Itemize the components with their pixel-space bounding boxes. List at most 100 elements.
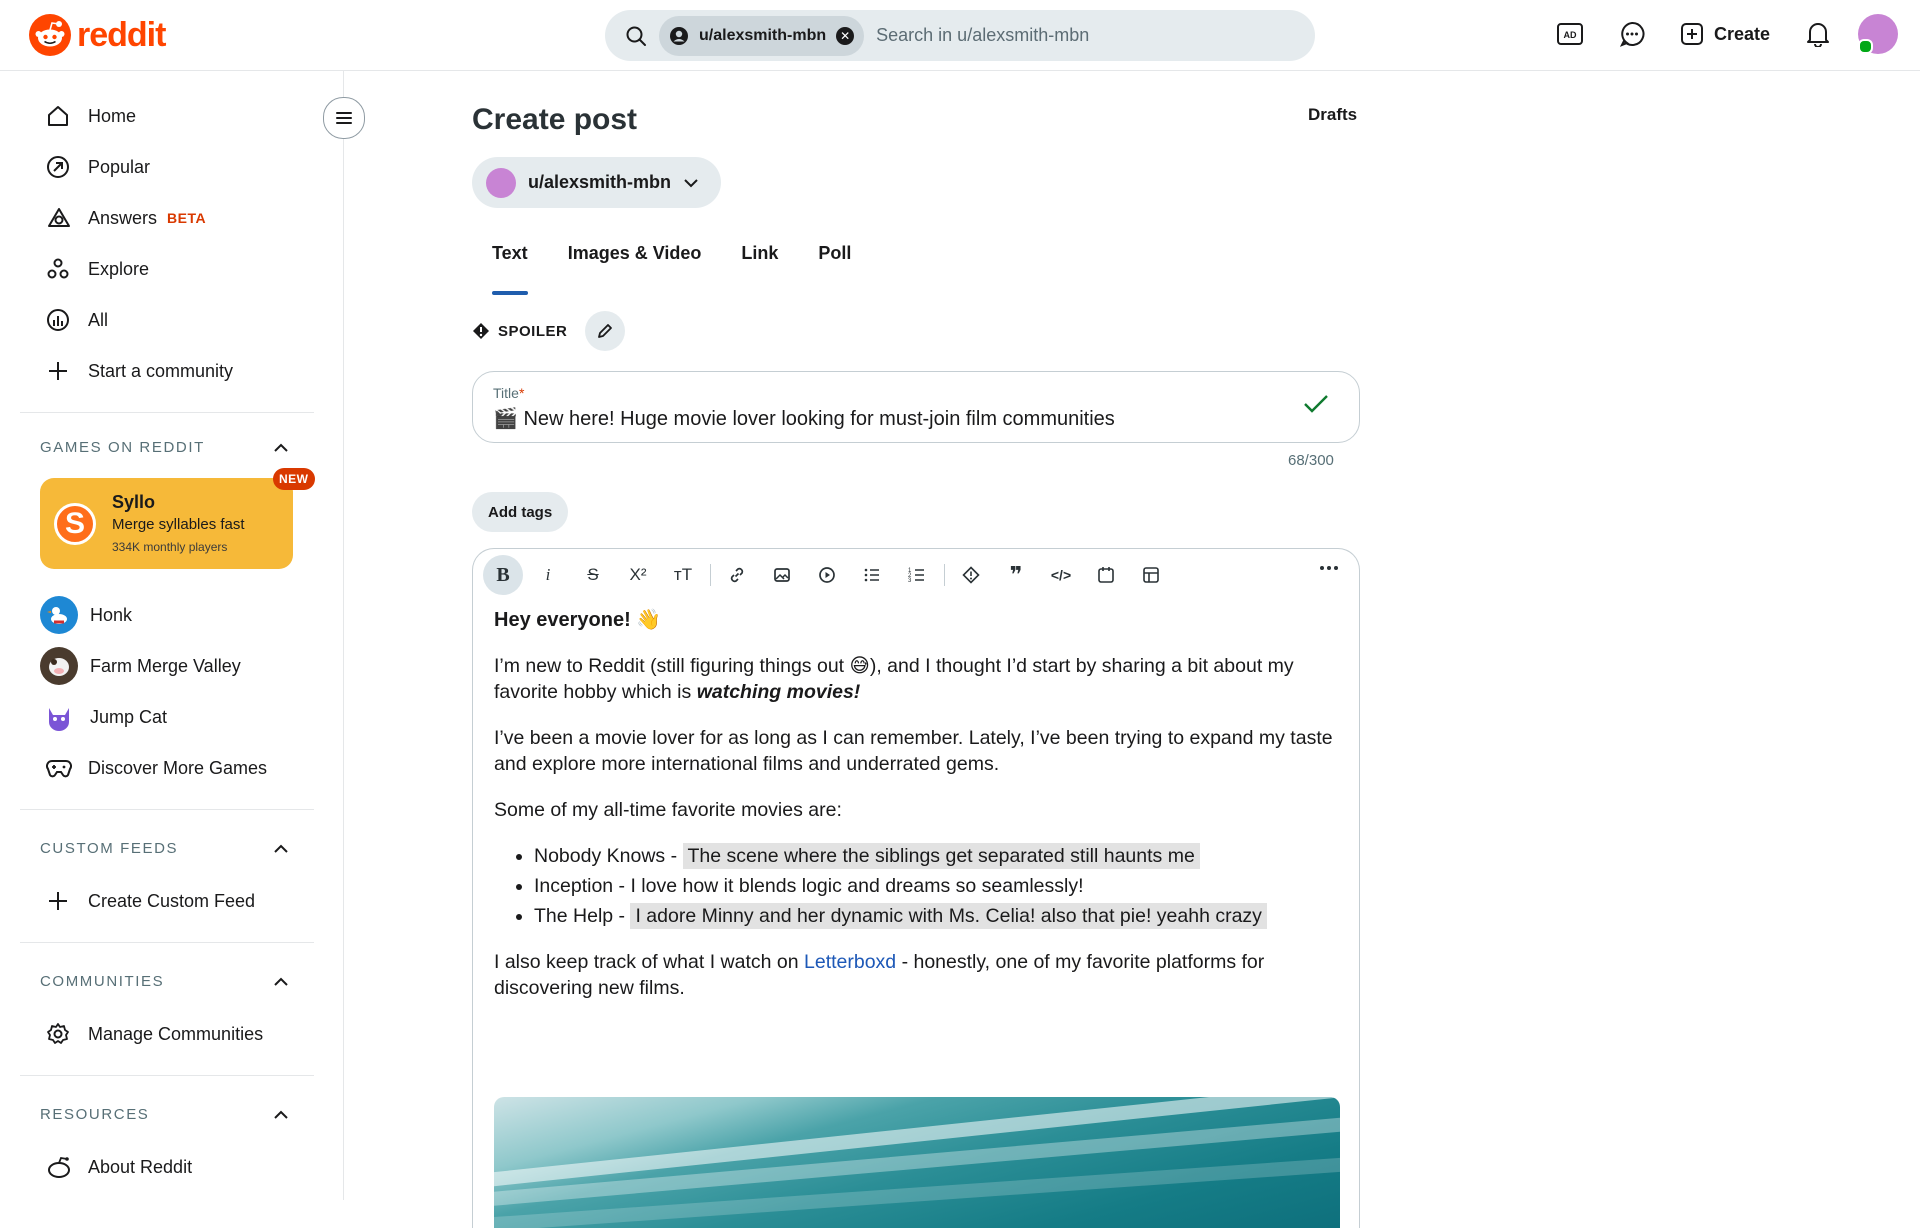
game-label: Jump Cat: [90, 706, 168, 727]
sidebar-divider: [20, 412, 314, 413]
nav-explore[interactable]: Explore: [20, 246, 310, 292]
nav-label: Create Custom Feed: [88, 890, 256, 911]
page-title: Create post: [472, 103, 638, 136]
spoiler-label: SPOILER: [498, 322, 568, 340]
strikethrough-button[interactable]: S: [573, 555, 613, 595]
advertise-button[interactable]: AD: [1548, 12, 1592, 56]
body-editor[interactable]: B i S X² ᴛT 123 ❞ </> Hey everyone! 👋 I’…: [472, 548, 1360, 1228]
heading-button[interactable]: ᴛT: [663, 555, 703, 595]
collapse-sidebar-button[interactable]: [323, 97, 365, 139]
post-as-label: u/alexsmith-mbn: [528, 172, 672, 192]
home-icon: [46, 104, 88, 128]
nav-answers[interactable]: Answers BETA: [20, 195, 310, 241]
chevron-down-icon: [684, 178, 698, 187]
code-button[interactable]: </>: [1041, 555, 1081, 595]
custom-feeds-section-header[interactable]: CUSTOM FEEDS: [40, 840, 290, 857]
communities-section-header[interactable]: COMMUNITIES: [40, 973, 290, 990]
pencil-icon: [598, 324, 613, 338]
spoiler-flag: SPOILER: [472, 311, 626, 351]
game-name: Syllo: [112, 492, 156, 512]
chevron-up-icon: [274, 844, 288, 853]
create-button[interactable]: Create: [1672, 22, 1778, 46]
italic-button[interactable]: i: [528, 555, 568, 595]
strikethrough-icon: S: [587, 565, 599, 584]
spoiler-text[interactable]: The scene where the siblings get separat…: [682, 843, 1200, 869]
search-bar[interactable]: u/alexsmith-mbn ✕: [605, 10, 1315, 61]
nav-label: Discover More Games: [88, 757, 268, 778]
nav-popular[interactable]: Popular: [20, 144, 310, 190]
video-button[interactable]: [807, 555, 847, 595]
nav-label: Manage Communities: [88, 1023, 264, 1044]
code-block-icon: [1098, 567, 1114, 583]
create-custom-feed[interactable]: Create Custom Feed: [20, 878, 310, 924]
game-tagline: Merge syllables fast: [112, 516, 245, 533]
search-icon[interactable]: [625, 25, 647, 47]
tab-poll[interactable]: Poll: [798, 243, 871, 295]
title-value[interactable]: 🎬 New here! Huge movie lover looking for…: [493, 406, 1115, 431]
chevron-up-icon: [274, 977, 288, 986]
formatting-toolbar: B i S X² ᴛT 123 ❞ </>: [483, 555, 1176, 595]
manage-communities[interactable]: Manage Communities: [20, 1011, 310, 1057]
games-section-header[interactable]: GAMES ON REDDIT: [40, 439, 290, 456]
search-input[interactable]: [874, 24, 1239, 47]
nav-start-community[interactable]: Start a community: [20, 348, 310, 394]
editor-content[interactable]: Hey everyone! 👋 I’m new to Reddit (still…: [494, 607, 1354, 1021]
nav-home[interactable]: Home: [20, 93, 310, 139]
table-button[interactable]: [1131, 555, 1171, 595]
tab-text[interactable]: Text: [472, 243, 548, 295]
more-options-icon[interactable]: [1319, 565, 1339, 571]
spoiler-format-button[interactable]: [951, 555, 991, 595]
plus-icon: [46, 889, 88, 913]
bold-icon: B: [496, 563, 510, 586]
about-reddit[interactable]: About Reddit: [20, 1144, 310, 1190]
clear-scope-icon[interactable]: ✕: [836, 26, 855, 45]
reddit-snoo-icon: [29, 14, 71, 56]
tab-link[interactable]: Link: [721, 243, 798, 295]
search-scope-chip[interactable]: u/alexsmith-mbn ✕: [659, 15, 865, 56]
notifications-button[interactable]: [1796, 12, 1840, 56]
post-as-selector[interactable]: u/alexsmith-mbn: [472, 157, 722, 208]
table-icon: [1143, 567, 1159, 583]
numbered-list-button[interactable]: 123: [897, 555, 937, 595]
spoiler-text[interactable]: I adore Minny and her dynamic with Ms. C…: [630, 903, 1267, 929]
title-field[interactable]: Title* 🎬 New here! Huge movie lover look…: [472, 371, 1360, 443]
game-farm-merge-valley[interactable]: Farm Merge Valley: [20, 643, 310, 689]
bullet-list-button[interactable]: [852, 555, 892, 595]
resources-section-header[interactable]: RESOURCES: [40, 1106, 290, 1123]
user-avatar[interactable]: [1858, 14, 1898, 54]
quote-button[interactable]: ❞: [996, 555, 1036, 595]
farm-merge-icon: [40, 647, 78, 685]
game-jump-cat[interactable]: Jump Cat: [20, 694, 310, 740]
chat-button[interactable]: [1610, 12, 1654, 56]
game-honk[interactable]: Honk: [20, 592, 310, 638]
code-block-button[interactable]: [1086, 555, 1126, 595]
post-paragraph: I also keep track of what I watch on Let…: [494, 951, 1265, 999]
game-label: Farm Merge Valley: [90, 655, 241, 676]
list-item: Inception - I love how it blends logic a…: [534, 873, 1354, 899]
embedded-ocean-image[interactable]: [494, 1097, 1340, 1228]
beta-badge: BETA: [167, 210, 207, 226]
heading-icon: ᴛT: [673, 565, 693, 584]
section-title: GAMES ON REDDIT: [40, 439, 205, 456]
honk-icon: [40, 596, 78, 634]
superscript-button[interactable]: X²: [618, 555, 658, 595]
title-char-count: 68/300: [1288, 452, 1334, 469]
featured-game-card[interactable]: S Syllo Merge syllables fast 334K monthl…: [40, 478, 293, 569]
nav-all[interactable]: All: [20, 297, 310, 343]
reddit-logo[interactable]: reddit: [29, 14, 166, 56]
drafts-button[interactable]: Drafts: [1308, 105, 1357, 125]
letterboxd-link[interactable]: Letterboxd: [804, 951, 896, 973]
add-tags-button[interactable]: Add tags: [472, 492, 569, 532]
link-button[interactable]: [717, 555, 757, 595]
left-sidebar: Home Popular Answers BETA Explore All St…: [0, 71, 365, 1200]
bold-button[interactable]: B: [483, 555, 523, 595]
list-item: The Help - I adore Minny and her dynamic…: [534, 903, 1354, 929]
edit-flags-button[interactable]: [585, 311, 626, 351]
section-title: COMMUNITIES: [40, 973, 165, 990]
nav-label: Explore: [88, 258, 150, 279]
discover-more-games[interactable]: Discover More Games: [20, 745, 310, 791]
tab-images-video[interactable]: Images & Video: [548, 243, 722, 295]
superscript-icon: X²: [629, 565, 647, 584]
image-button[interactable]: [762, 555, 802, 595]
gamepad-icon: [46, 757, 88, 779]
